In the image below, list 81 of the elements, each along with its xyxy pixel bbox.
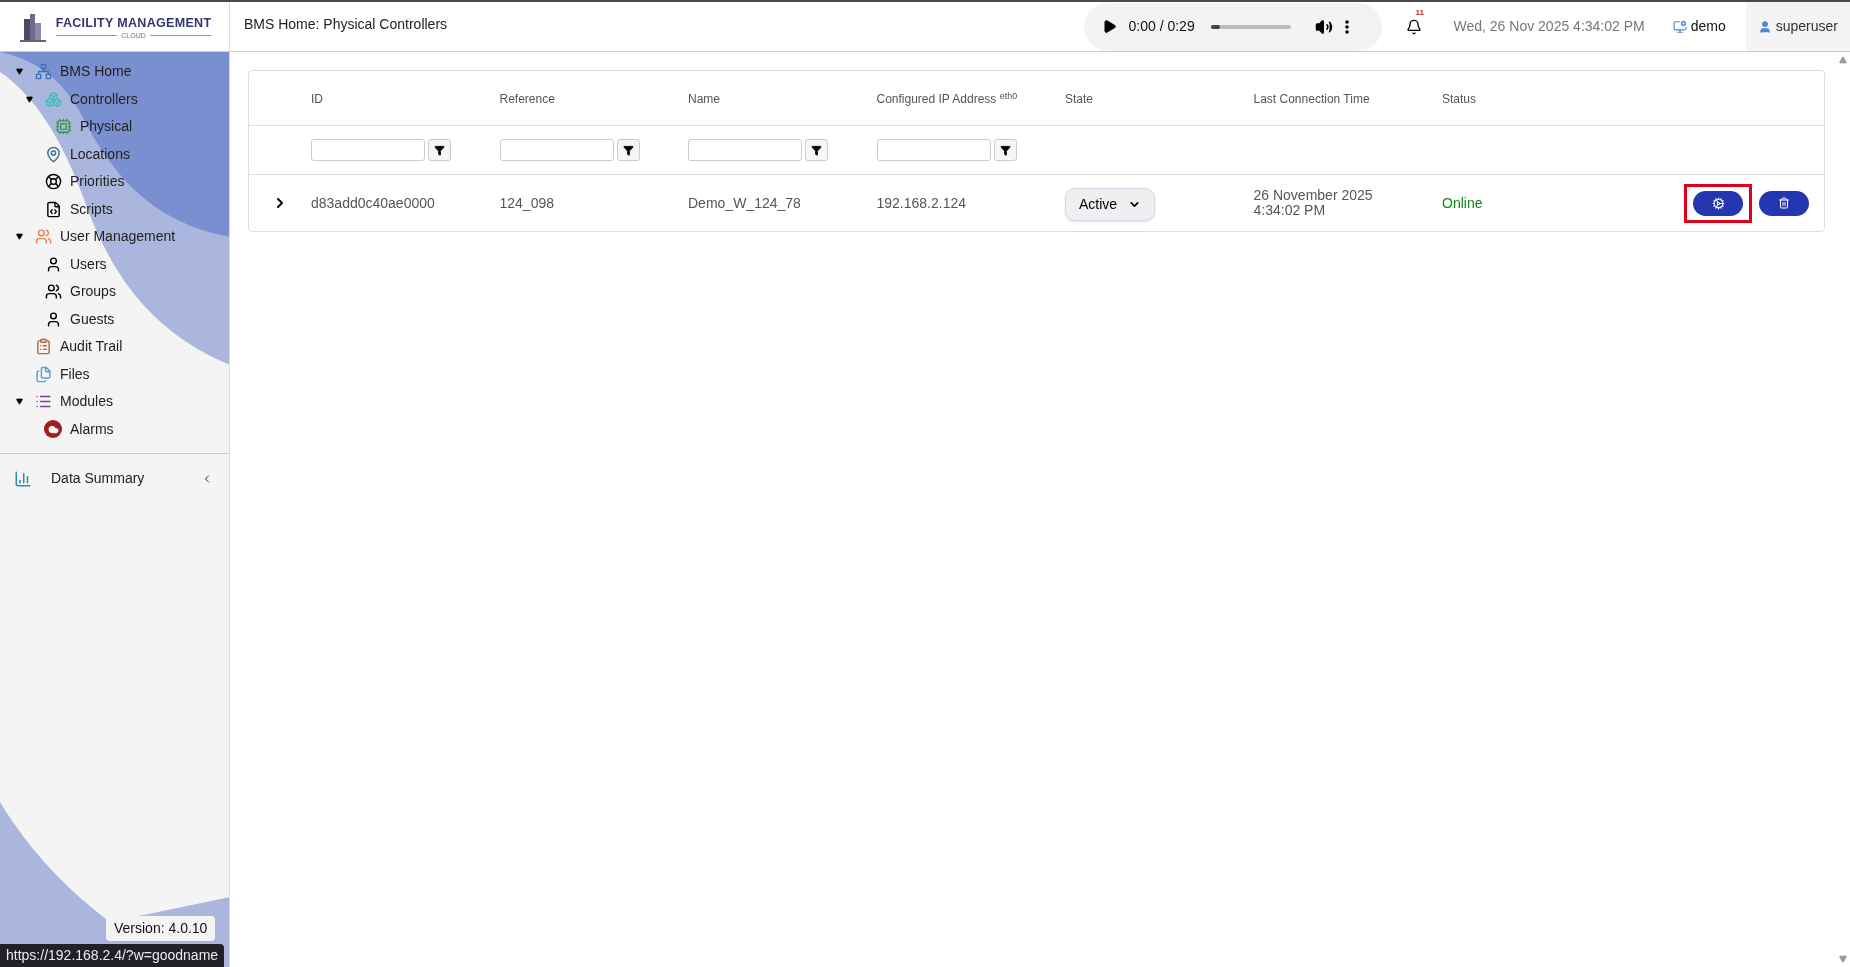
expand-caret-icon[interactable]	[15, 398, 23, 406]
people-icon	[34, 228, 52, 246]
tree-item[interactable]: Scripts	[70, 198, 113, 220]
logo-title: FACILITY MANAGEMENT	[55, 14, 212, 32]
reference-cell: 124_098	[499, 194, 554, 211]
play-button[interactable]	[1101, 19, 1117, 34]
site-link[interactable]: demo	[1690, 16, 1726, 37]
group-icon	[44, 283, 62, 301]
link-url-tooltip: https://192.168.2.4/?w=goodname	[0, 944, 225, 967]
tree-item[interactable]: BMS Home	[60, 61, 132, 83]
column-header: Configured IP Address $^{eth0}$	[876, 92, 1018, 106]
settings-button[interactable]	[1693, 190, 1743, 216]
status-cell: Online	[1442, 194, 1483, 211]
version-label: Version: 4.0.10	[106, 916, 216, 941]
map-pin-icon	[44, 145, 62, 163]
more-options-button[interactable]	[1344, 19, 1349, 34]
filter-button[interactable]	[616, 139, 640, 161]
network-icon	[34, 63, 52, 81]
gear-icon	[1711, 196, 1725, 210]
funnel-icon	[434, 144, 445, 156]
trash-icon	[1778, 197, 1790, 209]
bar-chart-icon	[14, 469, 32, 488]
clipboard-icon	[34, 338, 52, 356]
filter-field[interactable]	[311, 139, 425, 161]
tree-item[interactable]: Users	[70, 253, 107, 275]
funnel-icon	[811, 144, 822, 156]
lifebuoy-icon	[44, 173, 62, 191]
cloud-icon	[44, 420, 62, 439]
code-file-icon	[44, 200, 62, 218]
bell-icon	[1405, 18, 1422, 35]
filter-button[interactable]	[428, 139, 451, 161]
chip-icon	[54, 118, 72, 136]
tree-item[interactable]: Groups	[70, 281, 116, 303]
data-summary-item[interactable]: Data Summary	[51, 468, 145, 489]
tree-item[interactable]: Guests	[70, 308, 115, 330]
expand-caret-icon[interactable]	[25, 95, 33, 103]
funnel-icon	[999, 144, 1011, 156]
filter-field[interactable]	[499, 139, 614, 161]
filter-field[interactable]	[688, 139, 802, 161]
expand-caret-icon[interactable]	[15, 68, 23, 76]
tree-item[interactable]: Physical	[80, 116, 133, 138]
scroll-down-icon[interactable]	[1838, 955, 1847, 963]
state-dropdown[interactable]: Active	[1065, 188, 1155, 221]
page-title: BMS Home: Physical Controllers	[244, 15, 448, 34]
tree-item[interactable]: Priorities	[70, 171, 125, 193]
column-header: Last Connection Time	[1253, 92, 1370, 106]
expand-caret-icon[interactable]	[15, 233, 23, 241]
filter-field[interactable]	[876, 139, 991, 161]
id-cell: d83add0c40ae0000	[311, 194, 435, 211]
tree-item[interactable]: Controllers	[70, 88, 138, 110]
column-header: Reference	[499, 92, 555, 106]
filter-button[interactable]	[993, 139, 1017, 161]
cubes-icon	[44, 90, 62, 108]
volume-button[interactable]	[1314, 17, 1333, 36]
tree-item[interactable]: Locations	[70, 143, 130, 165]
site-icon	[1672, 19, 1687, 34]
notification-count: 11	[1415, 6, 1424, 19]
column-header: ID	[311, 92, 323, 106]
notifications-button[interactable]	[1405, 18, 1422, 35]
filter-button[interactable]	[805, 139, 828, 161]
column-header: Status	[1442, 92, 1477, 106]
column-header: Name	[688, 92, 720, 106]
tree-item[interactable]: Files	[60, 363, 90, 385]
last-connection-cell-text: 26 November 2025 4:34:02 PM	[1253, 188, 1374, 218]
person-icon	[1757, 19, 1772, 34]
kebab-icon	[1344, 19, 1349, 34]
name-cell: Demo_W_124_78	[688, 194, 801, 211]
scroll-up-icon[interactable]	[1838, 56, 1847, 64]
user-menu[interactable]: superuser	[1745, 2, 1850, 51]
files-icon	[34, 365, 52, 383]
tree-item[interactable]: User Management	[60, 226, 176, 248]
column-header: State	[1065, 92, 1094, 106]
funnel-icon	[622, 144, 634, 156]
seek-slider[interactable]	[1210, 24, 1291, 29]
playback-time: 0:00 / 0:29	[1128, 17, 1195, 36]
ip-address-cell: 192.168.2.124	[876, 194, 967, 211]
tree-item[interactable]: Modules	[60, 391, 113, 413]
date-time: Wed, 26 Nov 2025 4:34:02 PM	[1453, 17, 1645, 36]
tree-item[interactable]: Audit Trail	[60, 336, 123, 358]
tree-item[interactable]: Alarms	[70, 418, 114, 440]
delete-button[interactable]	[1759, 190, 1809, 216]
